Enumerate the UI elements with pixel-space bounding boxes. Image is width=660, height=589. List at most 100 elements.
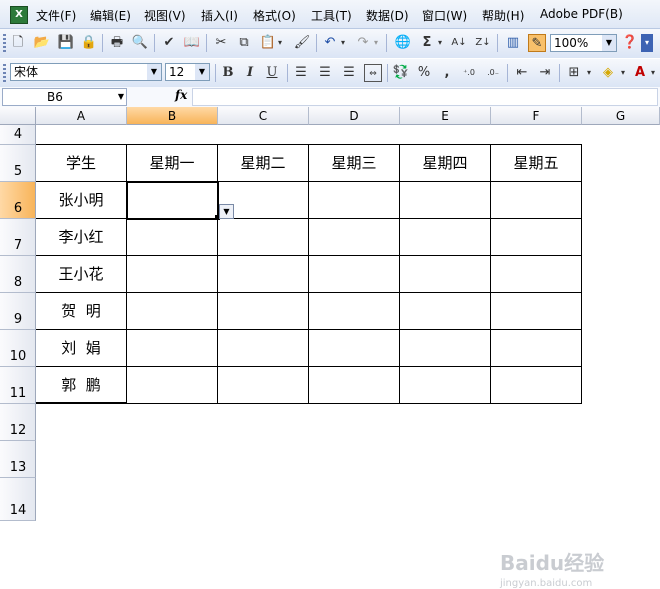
row-header-8[interactable]: 8 <box>0 256 36 293</box>
column-header-c[interactable]: C <box>218 107 309 125</box>
chart-wizard-icon[interactable]: ▥ <box>504 34 522 52</box>
permission-icon[interactable]: 🔒 <box>80 34 98 52</box>
currency-icon[interactable]: 💱 <box>392 64 410 82</box>
new-icon[interactable]: 🗋 <box>9 34 27 52</box>
toolbar-grip[interactable] <box>3 34 6 52</box>
row-header-6[interactable]: 6 <box>0 182 36 219</box>
row-header-4[interactable]: 4 <box>0 125 36 145</box>
column-header-a[interactable]: A <box>36 107 127 125</box>
row-header-5[interactable]: 5 <box>0 145 36 182</box>
active-cell-b6[interactable] <box>126 181 219 220</box>
font-size-combo[interactable]: 12 ▼ <box>165 63 210 81</box>
borders-icon[interactable]: ⊞ <box>565 64 583 82</box>
fill-color-dropdown-icon[interactable]: ▾ <box>618 64 628 82</box>
row-header-14[interactable]: 14 <box>0 478 36 521</box>
font-name-combo[interactable]: 宋体 ▼ <box>10 63 162 81</box>
select-all-corner[interactable] <box>0 107 36 125</box>
menu-adobe-pdf[interactable]: Adobe PDF(B) <box>540 7 623 21</box>
menu-view[interactable]: 视图(V) <box>144 7 186 24</box>
underline-button[interactable]: U <box>263 64 281 82</box>
header-cell-monday[interactable]: 星期一 <box>127 145 218 182</box>
redo-icon[interactable]: ↷ <box>354 34 372 52</box>
toolbar-options-icon[interactable]: ▾ <box>641 34 653 52</box>
menu-tools[interactable]: 工具(T) <box>311 7 352 24</box>
spelling-icon[interactable]: ✔ <box>160 34 178 52</box>
chevron-down-icon[interactable]: ▼ <box>147 64 161 80</box>
save-icon[interactable]: 💾 <box>57 34 75 52</box>
align-left-icon[interactable]: ☰ <box>292 64 310 82</box>
menu-format[interactable]: 格式(O) <box>253 7 296 24</box>
name-box[interactable]: B6 ▼ <box>2 88 127 106</box>
formula-input[interactable] <box>192 88 658 106</box>
cut-icon[interactable]: ✂ <box>212 34 230 52</box>
student-name-cell[interactable]: 贺 明 <box>36 293 127 330</box>
column-header-g[interactable]: G <box>582 107 660 125</box>
row-header-11[interactable]: 11 <box>0 367 36 404</box>
row-header-13[interactable]: 13 <box>0 441 36 478</box>
increase-decimal-icon[interactable]: ⁺.0 <box>460 64 478 82</box>
column-header-b[interactable]: B <box>127 107 218 125</box>
column-header-f[interactable]: F <box>491 107 582 125</box>
worksheet-grid[interactable]: A B C D E F G 4 5 6 7 8 9 10 11 12 13 14… <box>0 107 660 589</box>
decrease-decimal-icon[interactable]: .0₋ <box>484 64 502 82</box>
student-name-cell[interactable]: 王小花 <box>36 256 127 293</box>
student-name-cell[interactable]: 张小明 <box>36 182 127 219</box>
student-name-cell[interactable]: 刘 娟 <box>36 330 127 367</box>
header-cell-tuesday[interactable]: 星期二 <box>218 145 309 182</box>
toolbar-grip[interactable] <box>3 64 6 82</box>
autosum-dropdown-icon[interactable]: ▾ <box>435 34 445 52</box>
italic-button[interactable]: I <box>241 64 259 82</box>
copy-icon[interactable]: ⧉ <box>235 34 253 52</box>
chevron-down-icon[interactable]: ▼ <box>195 64 209 80</box>
font-color-icon[interactable]: A <box>631 64 649 82</box>
fill-color-icon[interactable]: ◈ <box>599 64 617 82</box>
merge-center-icon[interactable]: ⇔ <box>364 64 382 82</box>
align-right-icon[interactable]: ☰ <box>340 64 358 82</box>
row-header-9[interactable]: 9 <box>0 293 36 330</box>
header-cell-friday[interactable]: 星期五 <box>491 145 582 182</box>
menu-edit[interactable]: 编辑(E) <box>90 7 131 24</box>
menu-data[interactable]: 数据(D) <box>366 7 409 24</box>
sort-descending-icon[interactable]: Z↓ <box>474 34 492 52</box>
print-preview-icon[interactable]: 🔍 <box>131 34 149 52</box>
undo-dropdown-icon[interactable]: ▾ <box>338 34 348 52</box>
chevron-down-icon[interactable]: ▼ <box>118 89 124 105</box>
header-cell-wednesday[interactable]: 星期三 <box>309 145 400 182</box>
print-icon[interactable]: 🖶 <box>108 34 126 52</box>
zoom-combo[interactable]: 100% ▼ <box>550 34 617 52</box>
comma-style-button[interactable]: , <box>438 64 456 82</box>
row-header-10[interactable]: 10 <box>0 330 36 367</box>
decrease-indent-icon[interactable]: ⇤ <box>513 64 531 82</box>
menu-window[interactable]: 窗口(W) <box>422 7 467 24</box>
autosum-icon[interactable]: Σ <box>418 34 436 52</box>
chevron-down-icon[interactable]: ▼ <box>602 35 616 51</box>
header-cell-student[interactable]: 学生 <box>36 145 127 182</box>
align-center-icon[interactable]: ☰ <box>316 64 334 82</box>
borders-dropdown-icon[interactable]: ▾ <box>584 64 594 82</box>
redo-dropdown-icon[interactable]: ▾ <box>371 34 381 52</box>
student-name-cell[interactable]: 李小红 <box>36 219 127 256</box>
research-icon[interactable]: 📖 <box>183 34 201 52</box>
student-name-cell[interactable]: 郭 鹏 <box>36 367 127 404</box>
row-header-7[interactable]: 7 <box>0 219 36 256</box>
percent-button[interactable]: % <box>415 64 433 82</box>
header-cell-thursday[interactable]: 星期四 <box>400 145 491 182</box>
open-icon[interactable]: 📂 <box>33 34 51 52</box>
help-icon[interactable]: ❓ <box>621 34 639 52</box>
menu-help[interactable]: 帮助(H) <box>482 7 524 24</box>
autocomplete-dropdown-button[interactable]: ▼ <box>219 204 234 219</box>
drawing-icon[interactable]: ✎ <box>528 34 546 52</box>
menu-file[interactable]: 文件(F) <box>36 7 76 24</box>
sort-ascending-icon[interactable]: A↓ <box>450 34 468 52</box>
menu-insert[interactable]: 插入(I) <box>201 7 238 24</box>
insert-function-button[interactable]: fx <box>175 88 187 102</box>
hyperlink-icon[interactable]: 🌐 <box>394 34 412 52</box>
format-painter-icon[interactable]: 🖌 <box>293 34 311 52</box>
paste-dropdown-icon[interactable]: ▾ <box>275 34 285 52</box>
font-color-dropdown-icon[interactable]: ▾ <box>648 64 658 82</box>
undo-icon[interactable]: ↶ <box>321 34 339 52</box>
row-header-12[interactable]: 12 <box>0 404 36 441</box>
column-header-d[interactable]: D <box>309 107 400 125</box>
excel-app-icon[interactable]: X <box>10 6 28 24</box>
column-header-e[interactable]: E <box>400 107 491 125</box>
